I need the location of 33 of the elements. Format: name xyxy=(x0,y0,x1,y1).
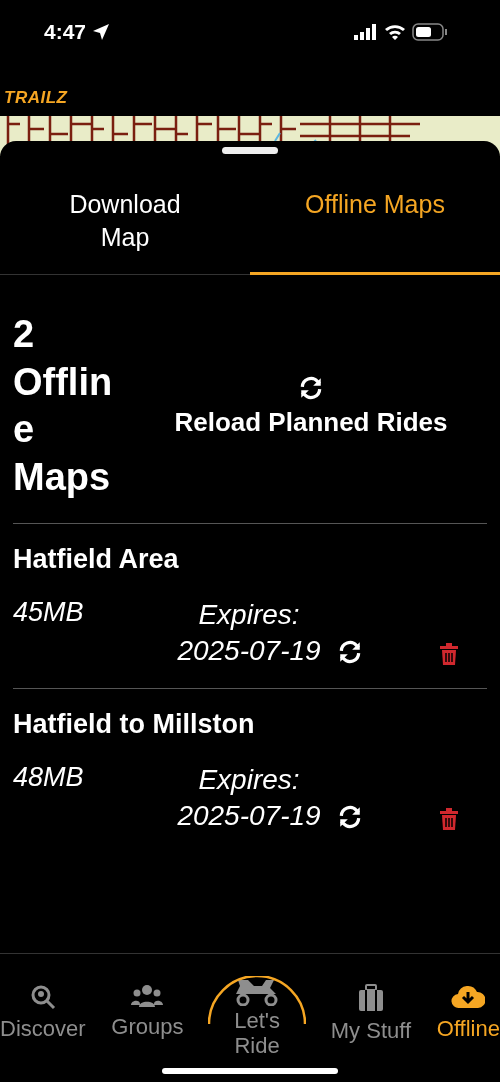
refresh-icon[interactable] xyxy=(337,803,363,830)
reload-planned-rides-button[interactable]: Reload Planned Rides xyxy=(135,374,487,438)
map-size: 48MB xyxy=(13,761,85,793)
wifi-icon xyxy=(384,24,406,40)
sheet-handle[interactable] xyxy=(222,147,278,154)
map-name: Hatfield Area xyxy=(13,544,179,575)
people-icon xyxy=(130,984,165,1008)
expiry-date: Expires: 2025-07-19 xyxy=(176,762,322,834)
nav-tab[interactable]: Let's Ride xyxy=(209,954,306,1082)
trash-icon xyxy=(439,807,459,830)
search-icon xyxy=(29,984,56,1010)
app-logo: TRAILZ xyxy=(3,87,68,109)
signal-icon xyxy=(354,24,378,40)
expiry-date: Expires: 2025-07-19 xyxy=(176,598,322,669)
map-size: 45MB xyxy=(13,597,85,628)
nav-tab[interactable]: Groups xyxy=(111,954,184,1082)
delete-button[interactable] xyxy=(439,643,459,665)
status-time: 4:47 xyxy=(44,20,87,44)
offline-maps-title: 2 Offline Maps xyxy=(13,312,113,500)
tab[interactable]: Offline Maps xyxy=(250,158,500,275)
reload-icon[interactable] xyxy=(298,374,324,401)
map-name: Hatfield to Millston xyxy=(13,708,255,740)
nav-tab[interactable]: Discover xyxy=(0,954,86,1082)
cloud-download-icon xyxy=(451,984,486,1010)
tab[interactable]: Download Map xyxy=(0,158,250,275)
nav-tab[interactable]: My Stuff xyxy=(330,954,412,1082)
delete-button[interactable] xyxy=(439,807,459,830)
luggage-icon xyxy=(357,984,384,1012)
nav-tab[interactable]: Offline xyxy=(436,954,500,1082)
battery-icon xyxy=(412,23,448,41)
location-arrow-icon xyxy=(92,23,111,41)
trash-icon xyxy=(439,643,459,665)
refresh-icon[interactable] xyxy=(337,639,363,665)
